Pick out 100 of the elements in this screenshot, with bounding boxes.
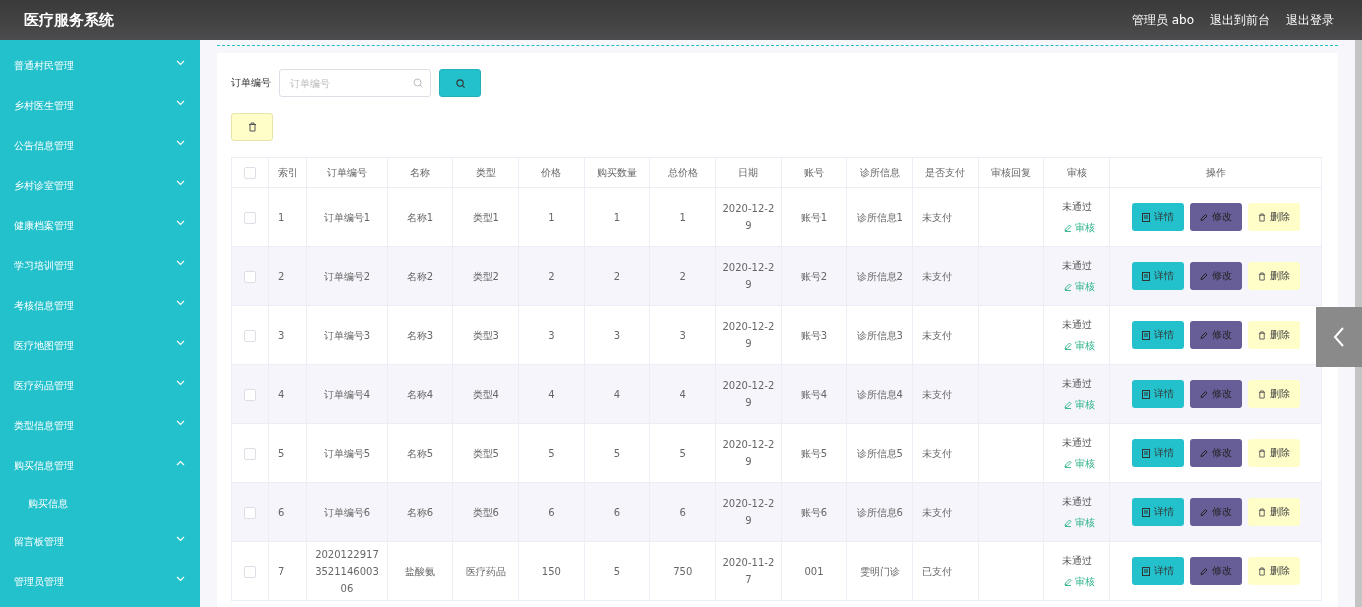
table-cell: 类型5 bbox=[472, 447, 499, 459]
audit-status: 未通过 bbox=[1061, 318, 1092, 332]
row-checkbox[interactable] bbox=[244, 565, 257, 578]
menu-item[interactable]: 普通村民管理 bbox=[0, 46, 200, 86]
table-cell: 账号3 bbox=[800, 329, 828, 341]
menu-item[interactable]: 学习培训管理 bbox=[0, 246, 200, 286]
table-cell: 6 bbox=[613, 506, 621, 518]
pencil-icon bbox=[1199, 389, 1208, 399]
menu-item[interactable]: 公告信息管理 bbox=[0, 126, 200, 166]
trash-icon bbox=[1257, 566, 1266, 576]
review-link[interactable]: 审核 bbox=[1064, 455, 1096, 472]
detail-button[interactable]: 详情 bbox=[1131, 321, 1184, 349]
menu-item[interactable]: 乡村医生管理 bbox=[0, 86, 200, 126]
delete-button[interactable]: 删除 bbox=[1247, 203, 1300, 231]
table-cell: 订单编号6 bbox=[323, 506, 371, 518]
detail-button[interactable]: 详情 bbox=[1131, 262, 1184, 290]
review-link[interactable]: 审核 bbox=[1064, 514, 1096, 531]
delete-button[interactable]: 删除 bbox=[1247, 321, 1300, 349]
header-link[interactable]: 退出到前台 bbox=[1210, 11, 1270, 29]
detail-button[interactable]: 详情 bbox=[1131, 557, 1184, 585]
trash-icon bbox=[1257, 330, 1266, 340]
delete-button[interactable]: 删除 bbox=[1247, 439, 1300, 467]
edit-button[interactable]: 修改 bbox=[1189, 557, 1242, 585]
row-checkbox[interactable] bbox=[244, 388, 257, 401]
trash-icon bbox=[247, 122, 257, 132]
column-header: 类型 bbox=[452, 157, 519, 188]
review-link[interactable]: 审核 bbox=[1064, 219, 1096, 236]
pencil-icon bbox=[1199, 271, 1208, 281]
trash-icon bbox=[1257, 271, 1266, 281]
column-header: 总价格 bbox=[649, 157, 716, 188]
select-all-checkbox[interactable] bbox=[244, 166, 257, 179]
column-header: 是否支付 bbox=[912, 157, 979, 188]
review-link[interactable]: 审核 bbox=[1064, 573, 1096, 590]
column-header: 诊所信息 bbox=[846, 157, 913, 188]
table-cell: 1 bbox=[278, 211, 285, 223]
table-cell: 5 bbox=[548, 447, 555, 459]
detail-button[interactable]: 详情 bbox=[1131, 439, 1184, 467]
submenu-item[interactable]: 购买信息 bbox=[0, 486, 200, 522]
table-cell: 3 bbox=[679, 329, 686, 341]
column-header: 日期 bbox=[715, 157, 782, 188]
table-cell: 4 bbox=[548, 388, 555, 400]
table-cell: 4 bbox=[278, 388, 285, 400]
search-button[interactable] bbox=[439, 69, 481, 97]
table-cell: 3 bbox=[613, 329, 621, 341]
delete-button[interactable] bbox=[231, 113, 273, 141]
menu-item[interactable]: 管理员管理 bbox=[0, 562, 200, 602]
menu-item[interactable]: 医疗地图管理 bbox=[0, 326, 200, 366]
table-cell: 5 bbox=[613, 565, 621, 577]
table-cell: 诊所信息2 bbox=[856, 270, 903, 282]
table-cell: 2020-12-29 bbox=[722, 439, 775, 467]
table-cell: 2 bbox=[613, 270, 621, 282]
trash-icon bbox=[1257, 507, 1266, 517]
edit-button[interactable]: 修改 bbox=[1189, 203, 1242, 231]
delete-button[interactable]: 删除 bbox=[1247, 262, 1300, 290]
review-link[interactable]: 审核 bbox=[1064, 337, 1096, 354]
menu-item[interactable]: 类型信息管理 bbox=[0, 406, 200, 446]
edit-button[interactable]: 修改 bbox=[1189, 262, 1242, 290]
table-cell: 6 bbox=[548, 506, 555, 518]
delete-button[interactable]: 删除 bbox=[1247, 380, 1300, 408]
detail-button[interactable]: 详情 bbox=[1131, 380, 1184, 408]
table-cell: 150 bbox=[541, 565, 561, 577]
review-link[interactable]: 审核 bbox=[1064, 278, 1096, 295]
row-checkbox[interactable] bbox=[244, 447, 257, 460]
edit-button[interactable]: 修改 bbox=[1189, 380, 1242, 408]
edit-button[interactable]: 修改 bbox=[1189, 439, 1242, 467]
row-checkbox[interactable] bbox=[244, 329, 257, 342]
table-cell: 名称1 bbox=[406, 211, 434, 223]
edit-button[interactable]: 修改 bbox=[1189, 321, 1242, 349]
document-icon bbox=[1141, 389, 1150, 399]
document-icon bbox=[1141, 507, 1150, 517]
table-cell: 2020-11-27 bbox=[722, 557, 775, 585]
pencil-icon bbox=[1064, 282, 1073, 291]
review-link[interactable]: 审核 bbox=[1064, 396, 1096, 413]
table-cell: 3 bbox=[278, 329, 285, 341]
menu-item[interactable]: 考核信息管理 bbox=[0, 286, 200, 326]
table-cell: 订单编号4 bbox=[323, 388, 371, 400]
audit-status: 未通过 bbox=[1061, 259, 1092, 273]
collapse-button[interactable] bbox=[1316, 307, 1362, 367]
detail-button[interactable]: 详情 bbox=[1131, 203, 1184, 231]
audit-status: 未通过 bbox=[1061, 554, 1092, 568]
menu-item[interactable]: 购买信息管理 bbox=[0, 446, 200, 486]
header-link[interactable]: 退出登录 bbox=[1286, 11, 1334, 29]
delete-button[interactable]: 删除 bbox=[1247, 557, 1300, 585]
table-cell: 2020-12-29 bbox=[722, 498, 775, 526]
row-checkbox[interactable] bbox=[244, 506, 257, 519]
menu-item[interactable]: 健康档案管理 bbox=[0, 206, 200, 246]
menu-item[interactable]: 乡村诊室管理 bbox=[0, 166, 200, 206]
row-checkbox[interactable] bbox=[244, 270, 257, 283]
menu-item[interactable]: 留言板管理 bbox=[0, 522, 200, 562]
detail-button[interactable]: 详情 bbox=[1131, 498, 1184, 526]
table-cell: 750 bbox=[673, 565, 693, 577]
table-cell: 2020-12-29 bbox=[722, 321, 775, 349]
table-cell: 名称4 bbox=[406, 388, 434, 400]
table-cell: 5 bbox=[278, 447, 285, 459]
edit-button[interactable]: 修改 bbox=[1189, 498, 1242, 526]
menu-item[interactable]: 医疗药品管理 bbox=[0, 366, 200, 406]
delete-button[interactable]: 删除 bbox=[1247, 498, 1300, 526]
row-checkbox[interactable] bbox=[244, 211, 257, 224]
table-cell: 诊所信息6 bbox=[856, 506, 903, 518]
document-icon bbox=[1141, 271, 1150, 281]
